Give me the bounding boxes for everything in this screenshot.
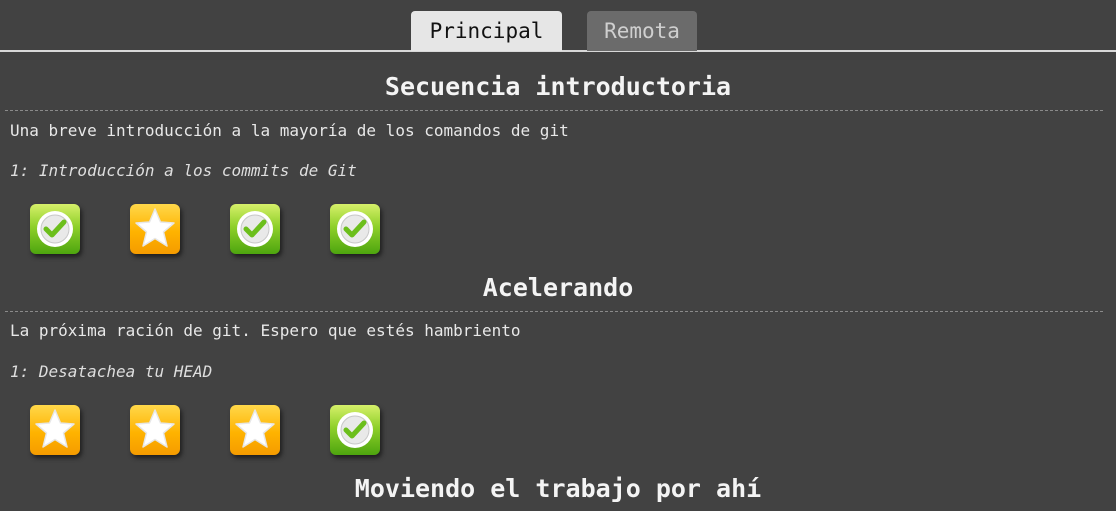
- section-title-moviendo: Moviendo el trabajo por ahí: [354, 474, 762, 503]
- tab-remota[interactable]: Remota: [587, 11, 697, 51]
- level-1-check-icon[interactable]: [30, 204, 80, 254]
- level-2-star-icon[interactable]: [130, 204, 180, 254]
- section-title-intro: Secuencia introductoria: [384, 72, 732, 101]
- level-4-check-icon[interactable]: [330, 405, 380, 455]
- level-3-star-icon[interactable]: [230, 405, 280, 455]
- section-description-intro: Una breve introducción a la mayoría de l…: [10, 121, 569, 140]
- level-3-check-icon[interactable]: [230, 204, 280, 254]
- level-2-star-icon[interactable]: [130, 405, 180, 455]
- level-1-star-icon[interactable]: [30, 405, 80, 455]
- section-description-acelerando: La próxima ración de git. Espero que est…: [10, 321, 521, 340]
- level-4-check-icon[interactable]: [330, 204, 380, 254]
- section-divider: [5, 110, 1103, 111]
- level-name-acelerando: 1: Desatachea tu HEAD: [10, 362, 213, 381]
- tab-bar: Principal Remota: [0, 0, 1116, 52]
- section-divider: [5, 311, 1103, 312]
- level-name-intro: 1: Introducción a los commits de Git: [10, 161, 357, 180]
- section-title-acelerando: Acelerando: [482, 273, 634, 302]
- tab-principal[interactable]: Principal: [411, 11, 562, 51]
